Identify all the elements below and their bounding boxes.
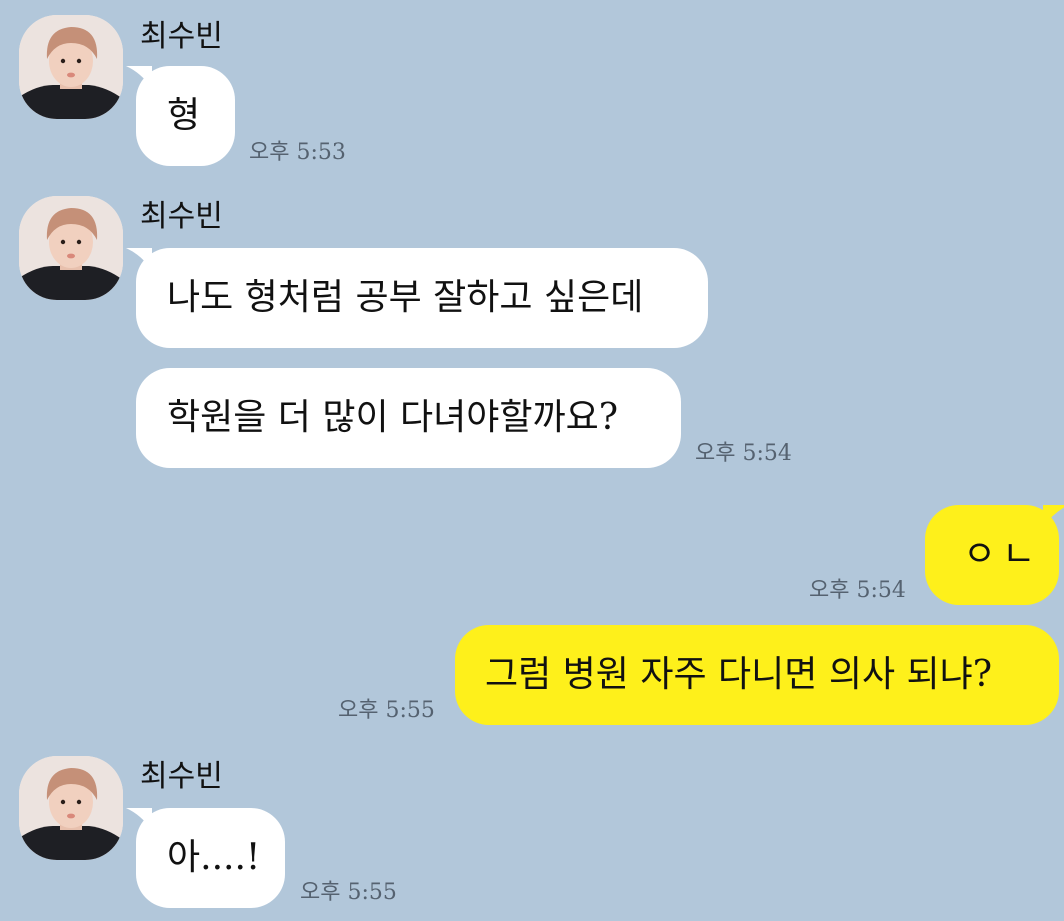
- message-text: 학원을 더 많이 다녀야할까요?: [167, 397, 619, 438]
- incoming-message-bubble[interactable]: 형: [126, 66, 235, 166]
- bubble-tail-icon: [126, 808, 152, 830]
- bubble-tail-icon: [1043, 505, 1064, 527]
- sender-name: 최수빈: [140, 199, 223, 234]
- incoming-message-bubble[interactable]: 아....!: [126, 808, 285, 908]
- message-text: 그럼 병원 자주 다니면 의사 되냐?: [485, 654, 993, 695]
- sender-name: 최수빈: [140, 759, 223, 794]
- outgoing-message-bubble[interactable]: 그럼 병원 자주 다니면 의사 되냐?: [455, 625, 1059, 725]
- message-timestamp: 오후 5:54: [695, 441, 792, 466]
- message-text: ㅇㄴ: [963, 534, 1042, 575]
- sender-avatar[interactable]: [19, 15, 123, 119]
- bubble-tail-icon: [126, 248, 152, 270]
- message-timestamp: 오후 5:54: [809, 578, 906, 603]
- outgoing-message-bubble[interactable]: ㅇㄴ: [925, 505, 1064, 605]
- profile-photo-icon: [19, 196, 123, 300]
- sender-avatar[interactable]: [19, 756, 123, 860]
- message-text: 아....!: [167, 837, 261, 878]
- sender-name: 최수빈: [140, 19, 223, 54]
- incoming-message-bubble[interactable]: 학원을 더 많이 다녀야할까요?: [136, 368, 681, 468]
- profile-photo-icon: [19, 15, 123, 119]
- sender-avatar[interactable]: [19, 196, 123, 300]
- message-timestamp: 오후 5:55: [300, 880, 397, 905]
- message-text: 나도 형처럼 공부 잘하고 싶은데: [167, 277, 644, 318]
- bubble-tail-icon: [126, 66, 152, 88]
- profile-photo-icon: [19, 756, 123, 860]
- message-text: 형: [167, 95, 201, 136]
- message-timestamp: 오후 5:55: [338, 698, 435, 723]
- incoming-message-bubble[interactable]: 나도 형처럼 공부 잘하고 싶은데: [126, 248, 708, 348]
- message-timestamp: 오후 5:53: [249, 140, 346, 165]
